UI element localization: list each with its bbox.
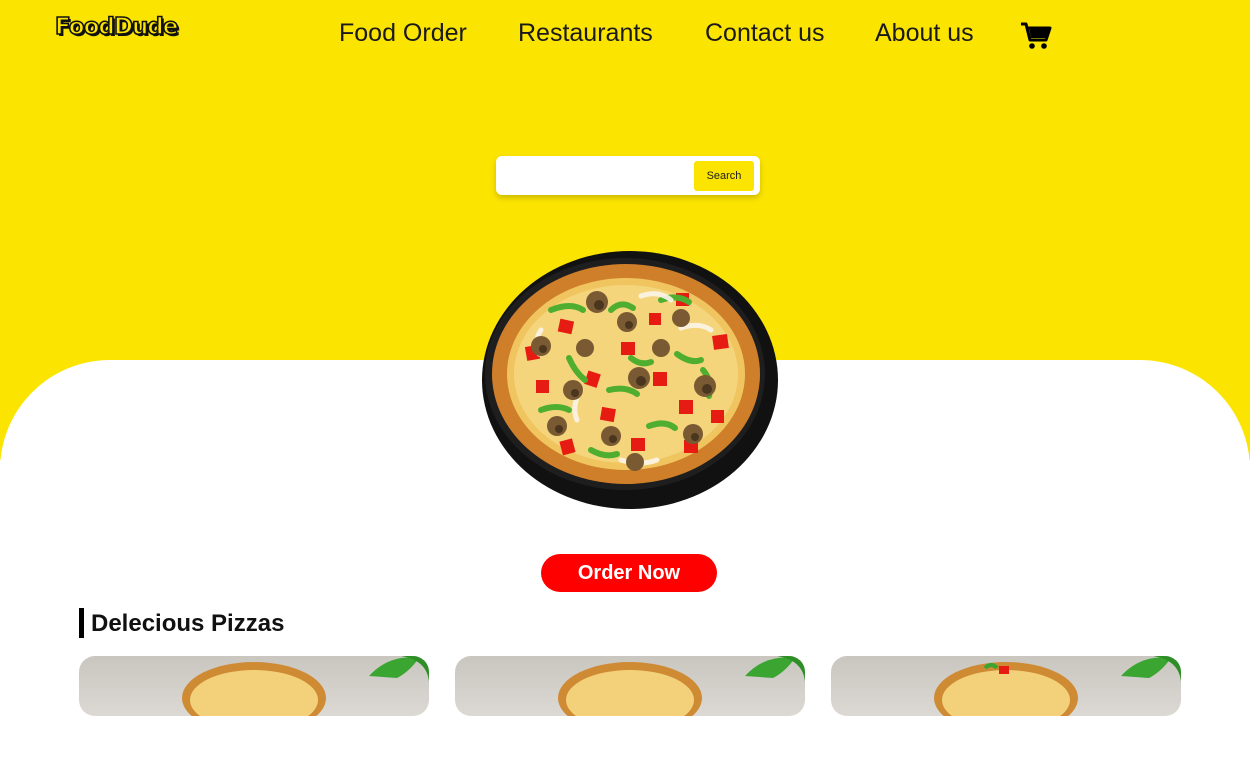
pizza-card-image[interactable]	[455, 656, 805, 716]
search-button[interactable]: Search	[694, 161, 754, 191]
pizza-card-image[interactable]	[79, 656, 429, 716]
nav-food-order[interactable]: Food Order	[339, 19, 467, 48]
main-nav: Food Order Restaurants Contact us About …	[0, 19, 1250, 55]
pizza-card-image[interactable]	[831, 656, 1181, 716]
search-bar: Search	[496, 156, 760, 195]
nav-about-us[interactable]: About us	[875, 19, 974, 48]
order-now-button[interactable]: Order Now	[541, 554, 717, 592]
nav-contact-us[interactable]: Contact us	[705, 19, 825, 48]
cart-icon[interactable]	[1020, 22, 1052, 50]
section-title: Delecious Pizzas	[79, 608, 284, 638]
nav-restaurants[interactable]: Restaurants	[518, 19, 653, 48]
pizza-image	[481, 250, 779, 510]
search-input[interactable]	[502, 161, 692, 192]
